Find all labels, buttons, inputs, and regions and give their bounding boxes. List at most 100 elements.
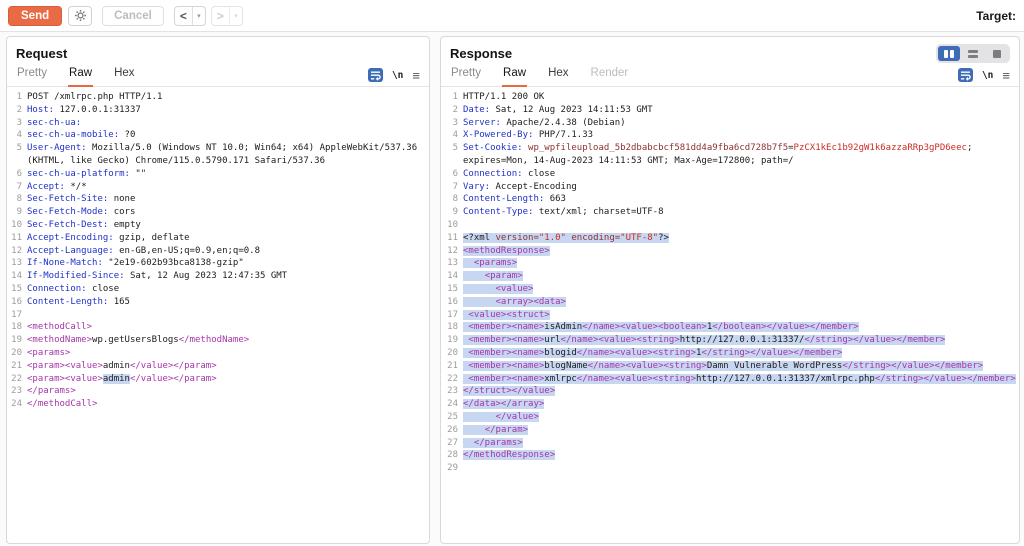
code-line[interactable]: 18 <member><name>isAdmin</name><value><b…	[441, 321, 1019, 334]
request-editor[interactable]: 1 POST /xmlrpc.php HTTP/1.1 2 Host: 127.0.0…	[7, 87, 429, 411]
tab-pretty[interactable]: Pretty	[450, 63, 482, 87]
selected-text: <member><name>blogid</name><value><strin…	[463, 347, 843, 358]
code-line[interactable]: 19 <member><name>url</name><value><strin…	[441, 334, 1019, 347]
line-number: 29	[447, 463, 458, 474]
back-dropdown-icon[interactable]: ▾	[191, 6, 205, 25]
code-line[interactable]: 16 Content-Length: 165	[7, 296, 429, 309]
code-line[interactable]: 1 POST /xmlrpc.php HTTP/1.1	[7, 91, 429, 104]
code-line[interactable]: 27 </params>	[441, 437, 1019, 450]
editor-menu-icon[interactable]: ≡	[412, 69, 420, 82]
soft-wrap-icon[interactable]	[367, 68, 383, 82]
code-line[interactable]: 22 <param><value>admin</value></param>	[7, 373, 429, 386]
code-line[interactable]: 23 </params>	[7, 385, 429, 398]
newline-toggle-icon[interactable]: \n	[982, 70, 993, 81]
back-icon[interactable]: <	[175, 7, 192, 25]
history-back-split-button[interactable]: < ▾	[173, 5, 206, 26]
line-content: <?xml version="1.0" encoding="UTF-8"?>	[463, 232, 1019, 245]
code-token: <methodResponse>	[463, 245, 550, 256]
code-line[interactable]: 10 Sec-Fetch-Dest: empty	[7, 219, 429, 232]
code-line[interactable]: 26 </param>	[441, 424, 1019, 437]
line-number: 11	[447, 232, 458, 243]
code-token: ""	[129, 168, 147, 179]
code-line[interactable]: 15 Connection: close	[7, 283, 429, 296]
code-line[interactable]: 15 <value>	[441, 283, 1019, 296]
code-line[interactable]: 10	[441, 219, 1019, 232]
line-number: 7	[452, 181, 458, 192]
line-content: X-Powered-By: PHP/7.1.33	[463, 129, 1019, 142]
tab-hex[interactable]: Hex	[547, 63, 569, 87]
line-content: Accept-Language: en-GB,en-US;q=0.9,en;q=…	[27, 245, 429, 258]
newline-toggle-icon[interactable]: \n	[392, 70, 403, 81]
tab-raw[interactable]: Raw	[502, 63, 528, 87]
gear-icon[interactable]	[68, 5, 93, 26]
code-line[interactable]: 20 <params>	[7, 347, 429, 360]
code-line[interactable]: 8 Sec-Fetch-Site: none	[7, 193, 429, 206]
code-line[interactable]: 9 Content-Type: text/xml; charset=UTF-8	[441, 206, 1019, 219]
code-line[interactable]: 4 sec-ch-ua-mobile: ?0	[7, 129, 429, 142]
code-line[interactable]: 6 sec-ch-ua-platform: ""	[7, 168, 429, 181]
code-line[interactable]: 9 Sec-Fetch-Mode: cors	[7, 206, 429, 219]
code-line[interactable]: 16 <array><data>	[441, 296, 1019, 309]
code-line[interactable]: 5 User-Agent: Mozilla/5.0 (Windows NT 10.…	[7, 142, 429, 168]
tab-pretty[interactable]: Pretty	[16, 63, 48, 87]
code-line[interactable]: 21 <param><value>admin</value></param>	[7, 360, 429, 373]
history-forward-split-button: > ▾	[210, 5, 243, 26]
code-line[interactable]: 12 Accept-Language: en-GB,en-US;q=0.9,en;…	[7, 245, 429, 258]
line-number: 18	[447, 322, 458, 333]
code-line[interactable]: 8 Content-Length: 663	[441, 193, 1019, 206]
send-button[interactable]: Send	[8, 5, 63, 26]
code-token: ?0	[119, 130, 136, 141]
code-line[interactable]: 3 sec-ch-ua:	[7, 117, 429, 130]
line-number: 8	[16, 194, 22, 205]
code-line[interactable]: 4 X-Powered-By: PHP/7.1.33	[441, 129, 1019, 142]
line-content: Content-Length: 165	[27, 296, 429, 309]
editor-menu-icon[interactable]: ≡	[1002, 69, 1010, 82]
code-line[interactable]: 11 Accept-Encoding: gzip, deflate	[7, 232, 429, 245]
code-line[interactable]: 7 Accept: */*	[7, 181, 429, 194]
code-line[interactable]: 3 Server: Apache/2.4.38 (Debian)	[441, 117, 1019, 130]
code-token: 663	[544, 194, 566, 205]
code-line[interactable]: 1 HTTP/1.1 200 OK	[441, 91, 1019, 104]
single-layout-icon[interactable]	[986, 46, 1008, 61]
code-line[interactable]: 23 </struct></value>	[441, 385, 1019, 398]
code-line[interactable]: 5 Set-Cookie: wp_wpfileupload_5b2dbabcbcf…	[441, 142, 1019, 168]
tab-hex[interactable]: Hex	[113, 63, 135, 87]
code-line[interactable]: 2 Date: Sat, 12 Aug 2023 14:11:53 GMT	[441, 104, 1019, 117]
selected-text: <member><name>url</name><value><string>h…	[463, 335, 946, 346]
soft-wrap-icon[interactable]	[957, 68, 973, 82]
code-line[interactable]: 17	[7, 309, 429, 322]
code-line[interactable]: 12 <methodResponse>	[441, 245, 1019, 258]
request-title: Request	[16, 46, 68, 61]
code-line[interactable]: 21 <member><name>blogName</name><value><…	[441, 360, 1019, 373]
code-line[interactable]: 14 <param>	[441, 270, 1019, 283]
code-line[interactable]: 24 </methodCall>	[7, 398, 429, 411]
code-line[interactable]: 11 <?xml version="1.0" encoding="UTF-8"?>	[441, 232, 1019, 245]
code-line[interactable]: 2 Host: 127.0.0.1:31337	[7, 104, 429, 117]
code-line[interactable]: 13 If-None-Match: "2e19-602b93bca8138-gzi…	[7, 257, 429, 270]
code-line[interactable]: 18 <methodCall>	[7, 321, 429, 334]
code-line[interactable]: 24 </data></array>	[441, 398, 1019, 411]
code-token: blogid	[544, 347, 577, 358]
response-editor[interactable]: 1 HTTP/1.1 200 OK 2 Date: Sat, 12 Aug 2023 …	[441, 87, 1019, 475]
code-line[interactable]: 17 <value><struct>	[441, 309, 1019, 322]
code-line[interactable]: 28 </methodResponse>	[441, 449, 1019, 462]
code-line[interactable]: 19 <methodName>wp.getUsersBlogs</methodNa…	[7, 334, 429, 347]
cancel-button[interactable]: Cancel	[102, 5, 164, 26]
code-line[interactable]: 13 <params>	[441, 257, 1019, 270]
code-line[interactable]: 7 Vary: Accept-Encoding	[441, 181, 1019, 194]
line-content: HTTP/1.1 200 OK	[463, 91, 1019, 104]
tab-raw[interactable]: Raw	[68, 63, 94, 87]
line-content: Set-Cookie: wp_wpfileupload_5b2dbabcbcf5…	[463, 142, 1019, 168]
code-token: ?>	[658, 232, 669, 243]
rows-layout-icon[interactable]	[962, 46, 984, 61]
code-line[interactable]: 14 If-Modified-Since: Sat, 12 Aug 2023 12…	[7, 270, 429, 283]
code-token: 127.0.0.1:31337	[54, 104, 141, 115]
columns-layout-icon[interactable]	[938, 46, 960, 61]
code-token: Server:	[463, 117, 501, 128]
code-line[interactable]: 22 <member><name>xmlrpc</name><value><st…	[441, 373, 1019, 386]
code-line[interactable]: 29	[441, 462, 1019, 475]
code-line[interactable]: 20 <member><name>blogid</name><value><st…	[441, 347, 1019, 360]
code-line[interactable]: 25 </value>	[441, 411, 1019, 424]
code-token: close	[86, 283, 120, 294]
code-line[interactable]: 6 Connection: close	[441, 168, 1019, 181]
